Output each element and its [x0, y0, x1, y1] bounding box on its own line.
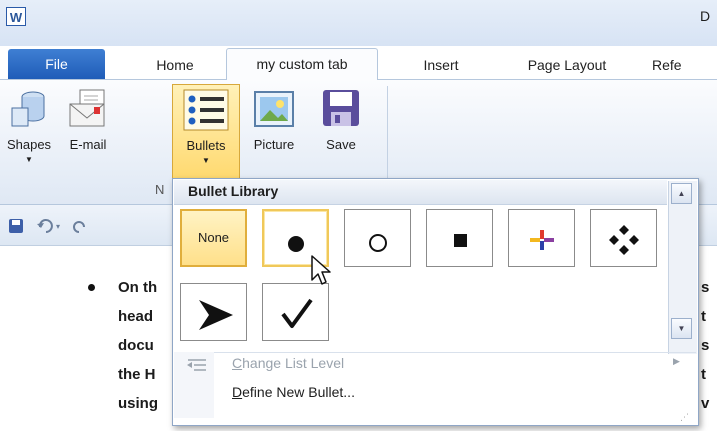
- tab-references[interactable]: Refe: [652, 52, 712, 78]
- bullet-option-checkmark[interactable]: [262, 283, 329, 341]
- ribbon-group-separator: [387, 86, 388, 190]
- document-text-line: using: [118, 395, 158, 412]
- email-button[interactable]: E-mail: [59, 80, 117, 180]
- shapes-button[interactable]: Shapes ▼: [0, 80, 58, 180]
- tab-my-custom-tab[interactable]: my custom tab: [226, 48, 378, 80]
- bullets-dropdown-arrow: ▼: [202, 156, 210, 165]
- document-text-fragment: s: [701, 279, 710, 296]
- bullet-library-title: Bullet Library: [188, 183, 279, 199]
- save-label: Save: [326, 137, 356, 152]
- bullet-option-arrowhead[interactable]: [180, 283, 247, 341]
- picture-icon: [254, 91, 294, 127]
- document-text-line: docu: [118, 337, 154, 354]
- bullet-option-four-color-star[interactable]: [508, 209, 575, 267]
- document-text-fragment: t: [701, 308, 706, 325]
- save-button[interactable]: Save: [311, 80, 371, 180]
- picture-label: Picture: [253, 137, 295, 152]
- picture-button[interactable]: Picture: [243, 80, 305, 180]
- filled-square-icon: [454, 234, 467, 247]
- bullets-button[interactable]: Bullets ▼: [172, 84, 240, 188]
- shapes-label: Shapes: [6, 137, 52, 152]
- checkmark-icon: [281, 298, 313, 328]
- document-text-line: the H: [118, 366, 156, 383]
- document-text-line: On th: [118, 279, 158, 296]
- four-color-star-icon: [530, 230, 554, 250]
- bullet-option-four-diamond[interactable]: [590, 209, 657, 267]
- undo-icon[interactable]: ▾: [36, 218, 66, 234]
- document-text-line: head: [118, 308, 154, 325]
- bullet-option-filled-square[interactable]: [426, 209, 493, 267]
- document-text-fragment: s: [701, 337, 710, 354]
- menu-separator: [174, 352, 696, 353]
- bullet-option-hollow-circle[interactable]: [344, 209, 411, 267]
- email-icon: [69, 89, 105, 127]
- change-list-level-menu-item[interactable]: Change List Level: [232, 355, 344, 371]
- define-new-bullet-menu-item[interactable]: Define New Bullet...: [232, 384, 355, 400]
- document-bullet: [88, 284, 95, 291]
- tab-home[interactable]: Home: [140, 52, 210, 78]
- four-diamond-icon: [609, 225, 639, 255]
- resize-grip-icon[interactable]: ⋰: [680, 412, 689, 423]
- bullets-label: Bullets: [186, 138, 226, 153]
- word-app-icon[interactable]: W: [6, 7, 26, 26]
- scroll-down-button[interactable]: ▼: [671, 318, 692, 339]
- mouse-cursor-icon: [311, 255, 331, 285]
- bullets-icon: [183, 89, 229, 131]
- ribbon-group-label: N: [155, 182, 165, 197]
- bullet-option-none[interactable]: None: [180, 209, 247, 267]
- tab-file[interactable]: File: [8, 49, 105, 79]
- shapes-icon: [11, 91, 45, 127]
- save-icon: [323, 90, 359, 126]
- title-bar: [0, 0, 717, 46]
- document-text-fragment: v: [701, 395, 710, 412]
- arrowhead-icon: [199, 300, 233, 330]
- document-text-fragment: t: [701, 366, 706, 383]
- shapes-dropdown-arrow: ▼: [25, 155, 33, 164]
- save-icon[interactable]: [8, 218, 24, 234]
- email-label: E-mail: [69, 137, 107, 152]
- redo-icon[interactable]: [72, 218, 88, 234]
- tab-insert[interactable]: Insert: [410, 52, 472, 78]
- submenu-arrow-icon: ▶: [673, 356, 680, 366]
- hollow-circle-icon: [369, 234, 387, 252]
- tab-page-layout[interactable]: Page Layout: [508, 52, 626, 78]
- svg-text:▾: ▾: [56, 222, 60, 231]
- window-title: D: [700, 8, 711, 24]
- scroll-up-button[interactable]: ▲: [671, 183, 692, 204]
- change-list-level-icon: [187, 359, 206, 371]
